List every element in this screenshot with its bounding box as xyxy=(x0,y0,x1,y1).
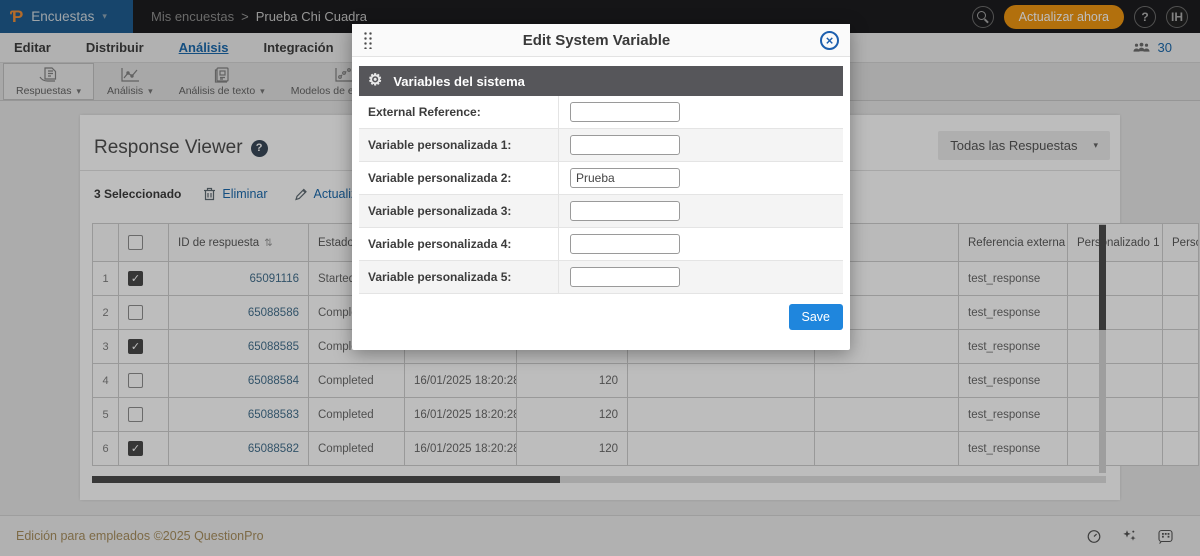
form-row: Variable personalizada 2: xyxy=(359,162,843,195)
field-label: Variable personalizada 1: xyxy=(359,129,559,161)
drag-handle-icon[interactable] xyxy=(363,31,373,49)
field-label: Variable personalizada 2: xyxy=(359,162,559,194)
form-row: Variable personalizada 3: xyxy=(359,195,843,228)
modal-titlebar: Edit System Variable × xyxy=(352,24,850,57)
custom-variable-2-input[interactable] xyxy=(570,168,680,188)
system-variables-section-header: ⚙ Variables del sistema xyxy=(359,66,843,96)
custom-variable-4-input[interactable] xyxy=(570,234,680,254)
custom-variable-5-input[interactable] xyxy=(570,267,680,287)
external-reference-input[interactable] xyxy=(570,102,680,122)
app-window: Ƥ Encuestas ▾ Mis encuestas > Prueba Chi C… xyxy=(0,0,1200,556)
field-label: External Reference: xyxy=(359,96,559,128)
custom-variable-1-input[interactable] xyxy=(570,135,680,155)
field-label: Variable personalizada 5: xyxy=(359,261,559,293)
field-label: Variable personalizada 3: xyxy=(359,195,559,227)
form-row: Variable personalizada 1: xyxy=(359,129,843,162)
close-icon[interactable]: × xyxy=(820,30,839,50)
form-row: External Reference: xyxy=(359,96,843,129)
save-button[interactable]: Save xyxy=(788,304,843,330)
modal-title: Edit System Variable xyxy=(522,31,671,49)
custom-variable-3-input[interactable] xyxy=(570,201,680,221)
modal-body: ⚙ Variables del sistema External Referen… xyxy=(352,57,850,350)
system-variables-icon: ⚙ xyxy=(368,72,383,89)
form-row: Variable personalizada 5: xyxy=(359,261,843,294)
form-row: Variable personalizada 4: xyxy=(359,228,843,261)
field-label: Variable personalizada 4: xyxy=(359,228,559,260)
edit-system-variable-modal: Edit System Variable × ⚙ Variables del s… xyxy=(352,24,850,350)
